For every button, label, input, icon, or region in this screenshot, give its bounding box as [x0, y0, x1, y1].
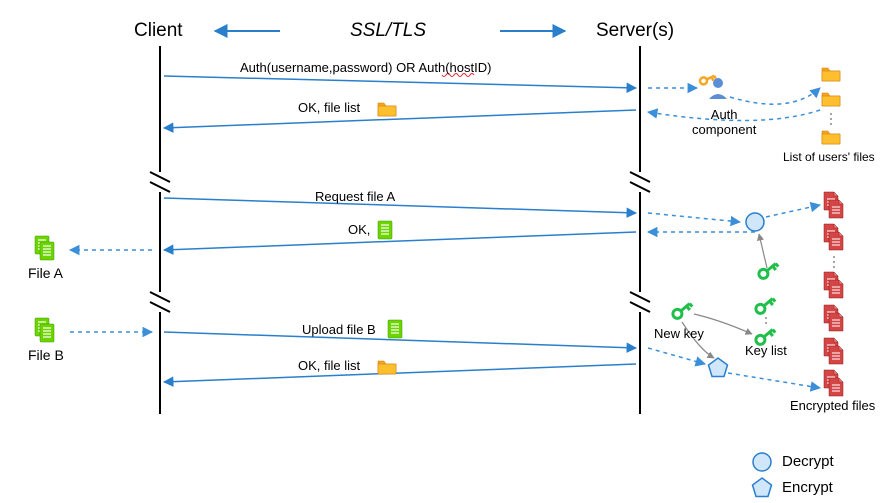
- file-a-icon: [40, 242, 54, 260]
- legend-encrypt-icon: [753, 478, 772, 497]
- msg-ok-list-text: OK, file list: [298, 100, 360, 115]
- key-to-decrypt: [759, 234, 767, 268]
- link-auth-to-users: [730, 88, 820, 104]
- doc-red-icon: [829, 232, 843, 250]
- new-key-label: New key: [654, 326, 704, 341]
- msg-auth-text: Auth(username,password) OR Auth(hostID): [240, 60, 491, 75]
- msg-ok-a: [164, 232, 636, 250]
- file-a-label: File A: [28, 265, 63, 281]
- msg-req-a-text: Request file A: [315, 189, 395, 204]
- legend-encrypt: Encrypt: [782, 479, 833, 496]
- auth-icon: [699, 73, 727, 99]
- key-list-label: Key list: [745, 343, 787, 358]
- folder-icon: [378, 103, 396, 116]
- doc-red-icon: [829, 346, 843, 364]
- link-encrypt-out: [728, 373, 820, 388]
- encrypted-label: Encrypted files: [790, 398, 875, 413]
- link-server-encrypt: [648, 348, 705, 364]
- key-icon: [757, 260, 779, 280]
- legend-decrypt-icon: [753, 453, 771, 471]
- decrypt-node: [746, 213, 764, 231]
- doc-green-icon: [378, 221, 392, 239]
- file-b-label: File B: [28, 347, 64, 363]
- folder-icon: [822, 93, 840, 106]
- msg-ok-a-text: OK,: [348, 222, 370, 237]
- msg-ok-list2: [164, 364, 636, 382]
- doc-red-icon: [829, 200, 843, 218]
- msg-ok-list2-text: OK, file list: [298, 358, 360, 373]
- msg-req-a: [164, 198, 636, 213]
- new-key-icon: [671, 300, 693, 320]
- header-title: SSL/TLS: [350, 20, 426, 42]
- folder-icon: [822, 131, 840, 144]
- msg-upload-b-text: Upload file B: [302, 322, 376, 337]
- folder-icon: [378, 361, 396, 374]
- auth-label: Auth component: [692, 108, 756, 138]
- key-icon: [754, 295, 776, 315]
- link-decrypt-file: [766, 205, 820, 217]
- header-server: Server(s): [596, 20, 674, 42]
- doc-red-icon: [829, 313, 843, 331]
- doc-green-icon: [388, 320, 402, 338]
- msg-ok-list: [164, 110, 636, 128]
- doc-red-icon: [829, 280, 843, 298]
- msg-auth-req: [164, 76, 636, 88]
- server-lifeline: [630, 46, 650, 414]
- encrypt-node: [709, 358, 728, 377]
- client-lifeline: [150, 46, 170, 414]
- users-files-label: List of users' files: [783, 150, 875, 164]
- link-server-decrypt: [648, 213, 740, 222]
- legend-decrypt: Decrypt: [782, 453, 834, 470]
- doc-red-icon: [829, 378, 843, 396]
- folder-icon: [822, 68, 840, 81]
- header-client: Client: [134, 20, 183, 42]
- file-b-icon: [40, 324, 54, 342]
